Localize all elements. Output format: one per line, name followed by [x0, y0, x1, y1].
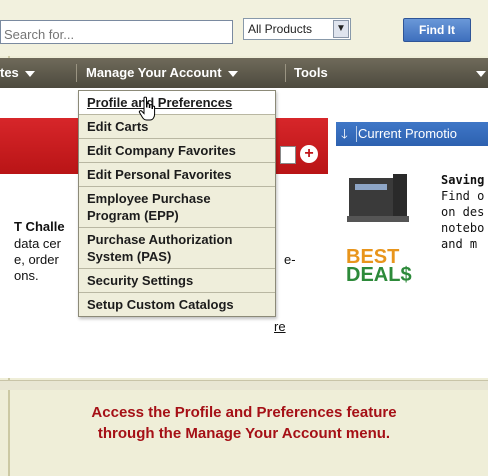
- promo-divider: [356, 126, 357, 142]
- hand-cursor-icon: [138, 96, 156, 121]
- promo-text: Find o: [441, 189, 485, 203]
- content-link[interactable]: re: [274, 319, 286, 334]
- nav-item-more[interactable]: [470, 58, 486, 88]
- chevron-down-icon[interactable]: ▼: [333, 20, 349, 38]
- find-it-button[interactable]: Find It: [403, 18, 471, 42]
- nav-item-label: Manage Your Account: [86, 65, 222, 80]
- promo-header-label: Current Promotio: [358, 126, 457, 141]
- content-text: ons.: [14, 268, 39, 283]
- plus-circle-icon[interactable]: +: [300, 145, 318, 163]
- caption: Access the Profile and Preferences featu…: [0, 402, 488, 444]
- content-footer-strip: [0, 380, 488, 390]
- menu-item-epp[interactable]: Employee Purchase Program (EPP): [79, 187, 275, 228]
- menu-item-security-settings[interactable]: Security Settings: [79, 269, 275, 293]
- caret-down-icon: [24, 70, 35, 77]
- nav-item-label: tes: [0, 65, 19, 80]
- search-input[interactable]: [0, 20, 233, 44]
- menu-item-pas[interactable]: Purchase Authorization System (PAS): [79, 228, 275, 269]
- nav-divider: [76, 64, 77, 82]
- content-text: e-: [284, 252, 296, 267]
- main-nav: tes Manage Your Account Tools: [0, 58, 488, 88]
- selected-category: All Products: [248, 22, 313, 36]
- promo-text: and m: [441, 237, 478, 251]
- menu-item-profile-preferences[interactable]: Profile and Preferences: [79, 91, 275, 115]
- nav-item-tools[interactable]: Tools: [294, 58, 328, 88]
- deals-label: DEAL$: [346, 264, 412, 286]
- caret-down-icon: [476, 70, 486, 77]
- promo-text: notebo: [441, 221, 485, 235]
- content-text: e, order: [14, 252, 59, 267]
- content-title: T Challe: [14, 219, 65, 234]
- caret-down-icon: [227, 70, 238, 77]
- printer-icon: [347, 174, 409, 222]
- best-deals-logo: BEST DEAL$: [346, 247, 412, 286]
- promo-text: on des: [441, 205, 485, 219]
- arrow-down-icon: 🡓: [341, 126, 348, 141]
- menu-item-edit-company-favorites[interactable]: Edit Company Favorites: [79, 139, 275, 163]
- menu-item-setup-custom-catalogs[interactable]: Setup Custom Catalogs: [79, 293, 275, 316]
- promo-text: Saving: [441, 173, 485, 187]
- banner-input[interactable]: [280, 146, 296, 164]
- menu-item-edit-personal-favorites[interactable]: Edit Personal Favorites: [79, 163, 275, 187]
- search-bar: All Products ▼ Find It: [0, 0, 488, 56]
- caption-line: Access the Profile and Preferences featu…: [91, 404, 397, 421]
- nav-item-prev[interactable]: tes: [0, 58, 35, 88]
- promo-header[interactable]: Current Promotio: [336, 122, 488, 146]
- caption-line: through the Manage Your Account menu.: [97, 425, 391, 442]
- nav-item-label: Tools: [294, 65, 328, 80]
- nav-item-manage-account[interactable]: Manage Your Account: [86, 58, 238, 88]
- nav-divider: [285, 64, 286, 82]
- manage-account-dropdown: Profile and Preferences Edit Carts Edit …: [78, 90, 276, 317]
- content-text: data cer: [14, 236, 61, 251]
- menu-item-edit-carts[interactable]: Edit Carts: [79, 115, 275, 139]
